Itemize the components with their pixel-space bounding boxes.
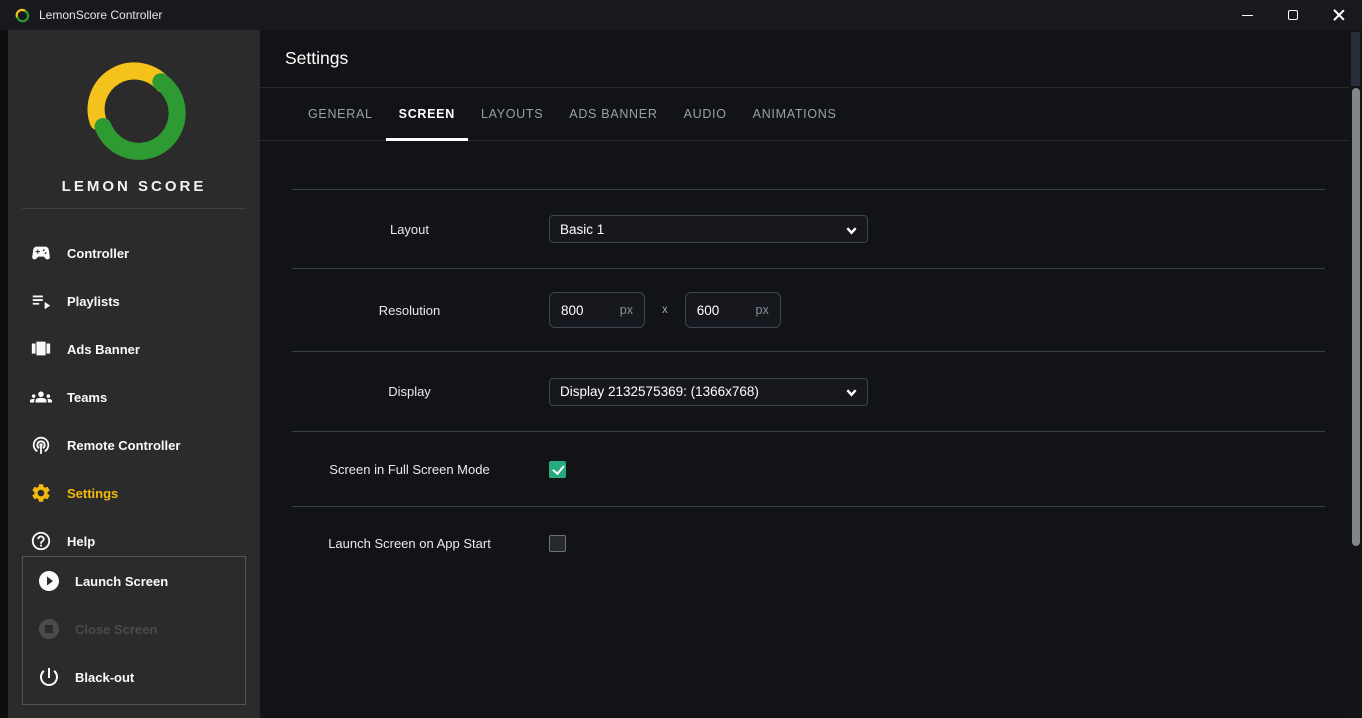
black-out-label: Black-out bbox=[75, 670, 134, 685]
chevron-down-icon bbox=[846, 386, 857, 397]
close-screen-label: Close Screen bbox=[75, 622, 157, 637]
layout-row: Layout Basic 1 bbox=[292, 189, 1325, 268]
sidebar-divider bbox=[22, 208, 246, 209]
close-screen-button[interactable]: Close Screen bbox=[23, 605, 245, 653]
maximize-icon bbox=[1288, 10, 1298, 20]
scrollbar-top-segment bbox=[1351, 32, 1360, 86]
app-logo-icon bbox=[14, 7, 30, 23]
main-content: Settings GENERAL SCREEN LAYOUTS ADS BANN… bbox=[260, 30, 1362, 718]
title-bar: LemonScore Controller bbox=[0, 0, 1362, 30]
tab-general[interactable]: GENERAL bbox=[295, 88, 386, 140]
resolution-height-input[interactable] bbox=[697, 303, 756, 318]
display-select-value: Display 2132575369: (1366x768) bbox=[560, 384, 846, 399]
page-title: Settings bbox=[285, 48, 348, 69]
sidebar-item-label: Playlists bbox=[67, 294, 120, 309]
close-icon bbox=[1333, 9, 1345, 21]
sidebar-item-label: Remote Controller bbox=[67, 438, 180, 453]
sidebar-item-label: Settings bbox=[67, 486, 118, 501]
close-button[interactable] bbox=[1316, 0, 1362, 30]
sidebar-item-label: Ads Banner bbox=[67, 342, 140, 357]
sidebar-item-playlists[interactable]: Playlists bbox=[8, 277, 260, 325]
tab-layouts[interactable]: LAYOUTS bbox=[468, 88, 556, 140]
left-edge-strip bbox=[0, 30, 8, 718]
chevron-down-icon bbox=[846, 224, 857, 235]
fullscreen-label: Screen in Full Screen Mode bbox=[292, 462, 527, 477]
play-circle-icon bbox=[37, 569, 61, 593]
sidebar-item-settings[interactable]: Settings bbox=[8, 469, 260, 517]
display-select[interactable]: Display 2132575369: (1366x768) bbox=[549, 378, 868, 406]
sidebar-item-controller[interactable]: Controller bbox=[8, 229, 260, 277]
resolution-height-box: px bbox=[685, 292, 781, 328]
people-group-icon bbox=[30, 386, 52, 408]
tab-animations[interactable]: ANIMATIONS bbox=[740, 88, 850, 140]
resolution-separator: x bbox=[662, 304, 668, 316]
launch-on-start-checkbox[interactable] bbox=[549, 535, 566, 552]
tab-screen[interactable]: SCREEN bbox=[386, 88, 468, 140]
resolution-width-input[interactable] bbox=[561, 303, 620, 318]
window-title: LemonScore Controller bbox=[39, 8, 162, 22]
tab-ads-banner[interactable]: ADS BANNER bbox=[556, 88, 670, 140]
sidebar-item-label: Controller bbox=[67, 246, 129, 261]
sidebar-item-teams[interactable]: Teams bbox=[8, 373, 260, 421]
resolution-height-unit: px bbox=[756, 303, 769, 317]
resolution-row: Resolution px x px bbox=[292, 268, 1325, 351]
fullscreen-checkbox[interactable] bbox=[549, 461, 566, 478]
gear-icon bbox=[30, 482, 52, 504]
tab-audio[interactable]: AUDIO bbox=[671, 88, 740, 140]
vertical-scrollbar-track[interactable] bbox=[1349, 30, 1362, 718]
playlist-icon bbox=[30, 290, 52, 312]
brand-logo: LEMON SCORE bbox=[8, 30, 260, 195]
layout-label: Layout bbox=[292, 222, 527, 237]
sidebar: LEMON SCORE Controller Playlists bbox=[8, 30, 260, 718]
minimize-button[interactable] bbox=[1224, 0, 1270, 30]
app-window: LemonScore Controller LEMON SCORE bbox=[0, 0, 1362, 718]
question-circle-icon bbox=[30, 530, 52, 552]
stop-circle-icon bbox=[37, 617, 61, 641]
sidebar-item-ads-banner[interactable]: Ads Banner bbox=[8, 325, 260, 373]
sidebar-item-remote-controller[interactable]: Remote Controller bbox=[8, 421, 260, 469]
black-out-button[interactable]: Black-out bbox=[23, 653, 245, 701]
minimize-icon bbox=[1242, 15, 1253, 16]
display-row: Display Display 2132575369: (1366x768) bbox=[292, 351, 1325, 431]
resolution-width-unit: px bbox=[620, 303, 633, 317]
vertical-scrollbar-thumb[interactable] bbox=[1352, 88, 1360, 546]
sidebar-item-label: Teams bbox=[67, 390, 107, 405]
resolution-width-box: px bbox=[549, 292, 645, 328]
resolution-label: Resolution bbox=[292, 303, 527, 318]
maximize-button[interactable] bbox=[1270, 0, 1316, 30]
brand-name: LEMON SCORE bbox=[8, 178, 260, 195]
lemonscore-logo-icon bbox=[69, 50, 199, 164]
broadcast-icon bbox=[30, 434, 52, 456]
layout-select-value: Basic 1 bbox=[560, 222, 846, 237]
gamepad-icon bbox=[30, 242, 52, 264]
fullscreen-row: Screen in Full Screen Mode bbox=[292, 431, 1325, 506]
layout-select[interactable]: Basic 1 bbox=[549, 215, 868, 243]
launch-on-start-label: Launch Screen on App Start bbox=[292, 536, 527, 551]
page-header: Settings bbox=[260, 30, 1362, 88]
banner-carousel-icon bbox=[30, 338, 52, 360]
launch-screen-label: Launch Screen bbox=[75, 574, 168, 589]
display-label: Display bbox=[292, 384, 527, 399]
power-icon bbox=[37, 665, 61, 689]
sidebar-item-label: Help bbox=[67, 534, 95, 549]
settings-tabs: GENERAL SCREEN LAYOUTS ADS BANNER AUDIO … bbox=[260, 88, 1362, 141]
launch-screen-button[interactable]: Launch Screen bbox=[23, 557, 245, 605]
screen-controls-panel: Launch Screen Close Screen Black-out bbox=[22, 556, 246, 705]
launch-on-start-row: Launch Screen on App Start bbox=[292, 506, 1325, 580]
